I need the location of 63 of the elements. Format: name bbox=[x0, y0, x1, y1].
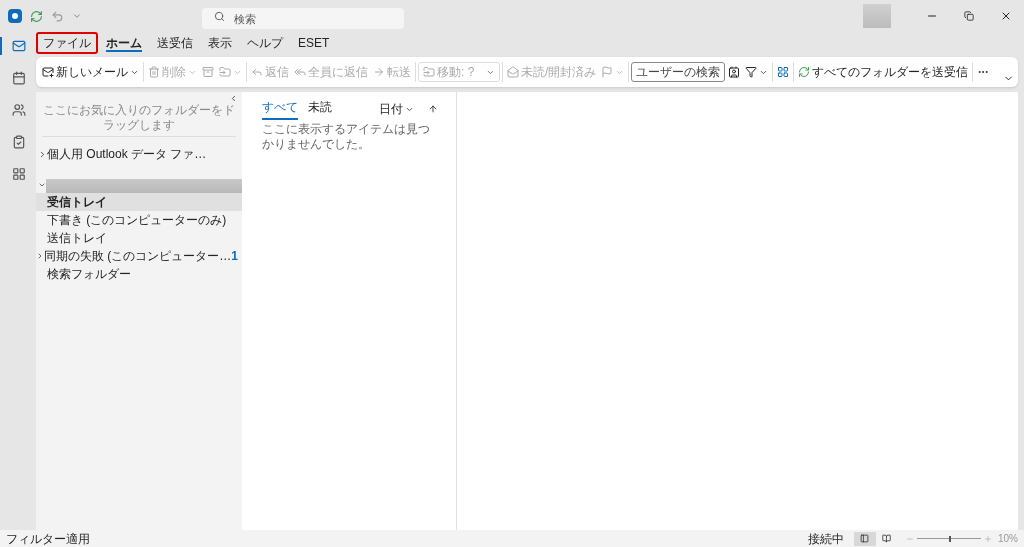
menu-tab[interactable]: ファイル bbox=[36, 32, 98, 54]
open-envelope-icon bbox=[507, 66, 519, 78]
folder-item[interactable]: 検索フォルダー bbox=[36, 265, 242, 283]
grid-icon bbox=[777, 66, 790, 78]
ribbon-button[interactable]: 新しいメール bbox=[40, 61, 141, 83]
folder-label: 送信トレイ bbox=[47, 230, 108, 247]
arrow-right-icon bbox=[373, 66, 385, 78]
search-icon bbox=[214, 10, 225, 22]
data-file-label[interactable]: 個人用 Outlook データ ファ… bbox=[47, 145, 207, 163]
reply-all-icon bbox=[294, 66, 306, 78]
trash-icon bbox=[148, 66, 160, 78]
menu-tab[interactable]: ヘルプ bbox=[240, 32, 290, 54]
connection-status: 接続中 bbox=[808, 530, 844, 547]
zoom-slider[interactable] bbox=[917, 535, 981, 542]
folder-label: 下書き (このコンピューターのみ) bbox=[47, 212, 228, 229]
view-button[interactable] bbox=[854, 531, 876, 546]
filter-icon bbox=[745, 66, 758, 78]
sync-icon bbox=[798, 66, 811, 78]
archive-icon bbox=[202, 66, 214, 78]
clipboard-check-icon bbox=[12, 135, 26, 149]
folder-arrow-icon bbox=[219, 66, 231, 78]
folder-label: 検索フォルダー bbox=[47, 266, 132, 283]
folder-item[interactable]: 同期の失敗 (このコンピューター…1 bbox=[36, 247, 242, 265]
folder-label: 受信トレイ bbox=[47, 194, 108, 211]
favorites-hint: ここにお気に入りのフォルダーをドラッグします bbox=[42, 103, 236, 133]
collapse-icon[interactable] bbox=[229, 94, 238, 103]
sync-icon[interactable] bbox=[30, 9, 43, 23]
search-field[interactable]: 検索 bbox=[202, 8, 404, 29]
folder-item[interactable]: 下書き (このコンピューターのみ) bbox=[36, 211, 242, 229]
collapsed-icon[interactable] bbox=[38, 149, 47, 159]
menu-tab[interactable]: 表示 bbox=[201, 32, 239, 54]
menu-tab[interactable]: ESET bbox=[291, 32, 337, 54]
flag-icon bbox=[601, 66, 614, 78]
expanded-icon[interactable] bbox=[38, 181, 46, 189]
calendar-icon bbox=[12, 71, 26, 85]
unread-count: 1 bbox=[231, 248, 239, 265]
menu-tab[interactable]: 送受信 bbox=[150, 32, 200, 54]
book-icon bbox=[882, 534, 892, 543]
zoom-percent: 10% bbox=[998, 532, 1018, 546]
filter-tab[interactable]: 未読 bbox=[308, 98, 332, 120]
empty-message: ここに表示するアイテムは見つかりませんでした。 bbox=[262, 122, 431, 152]
filter-tab[interactable]: すべて bbox=[262, 98, 298, 120]
folder-item[interactable]: 受信トレイ bbox=[36, 193, 242, 211]
ribbon-button[interactable]: すべてのフォルダーを送受信 bbox=[796, 61, 971, 83]
mail-icon bbox=[12, 39, 26, 53]
status-text: フィルター適用 bbox=[6, 530, 90, 547]
folder-item[interactable]: 送信トレイ bbox=[36, 229, 242, 247]
folder-arrow-icon bbox=[423, 66, 435, 78]
menu-tab[interactable]: ホーム bbox=[99, 32, 149, 54]
contact-card-icon bbox=[728, 66, 741, 78]
people-search-field[interactable]: ユーザーの検索 bbox=[631, 62, 726, 82]
close-icon[interactable] bbox=[1000, 10, 1012, 22]
people-icon bbox=[12, 103, 26, 117]
sort-button[interactable]: 日付 bbox=[379, 100, 414, 118]
move-label: 移動: ? bbox=[437, 64, 476, 81]
sort-direction-icon[interactable] bbox=[428, 104, 438, 114]
new-mail-icon bbox=[42, 66, 54, 78]
restore-icon[interactable] bbox=[964, 11, 974, 21]
collapsed-icon[interactable] bbox=[36, 252, 44, 260]
reply-icon bbox=[251, 66, 263, 78]
normal-view-icon bbox=[860, 534, 870, 543]
grid-icon bbox=[12, 167, 26, 181]
folder-label: 同期の失敗 (このコンピューター… bbox=[44, 248, 232, 265]
